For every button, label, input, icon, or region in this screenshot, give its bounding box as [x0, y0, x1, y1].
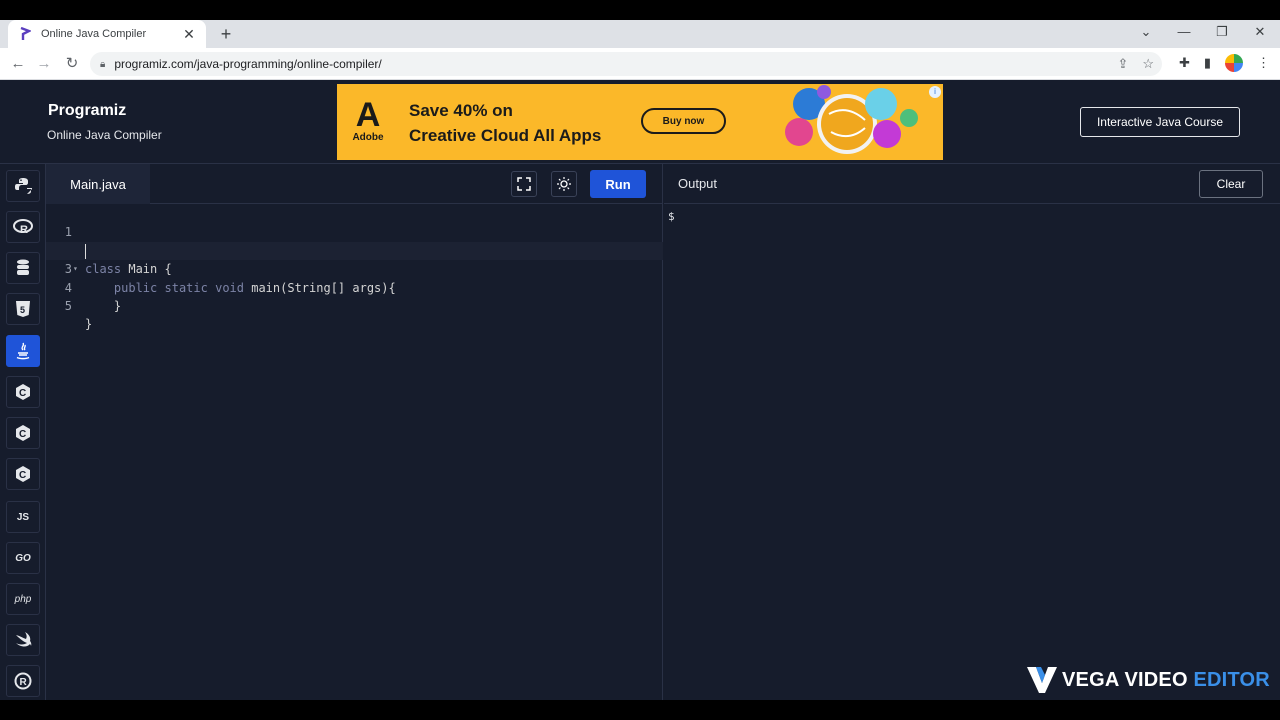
profile-avatar[interactable]	[1225, 54, 1243, 72]
java-icon	[16, 342, 30, 360]
js-icon: JS	[16, 511, 30, 523]
sidebar-item-rust[interactable]: R	[6, 665, 40, 697]
clear-button[interactable]: Clear	[1199, 170, 1263, 198]
sidebar-item-php[interactable]: php	[6, 583, 40, 615]
watermark-text-blue: EDITOR	[1193, 668, 1270, 691]
browser-toolbar: ← → ↻ 🔒︎ programiz.com/java-programming/…	[0, 48, 1280, 80]
sidebar-item-java[interactable]	[6, 335, 40, 367]
share-icon[interactable]: ⇪	[1117, 56, 1128, 72]
code-line[interactable]: 5 }	[46, 279, 663, 331]
svg-text:C: C	[19, 470, 26, 481]
text-cursor	[85, 243, 86, 259]
editor-toolbar: Main.java Run	[46, 164, 663, 204]
site-header: Programiz Online Java Compiler A Adobe S…	[0, 80, 1280, 164]
code-line[interactable]: 2 ▾ public static void main(String[] arg…	[46, 223, 663, 295]
sidebar-item-cpp[interactable]: C	[6, 417, 40, 449]
window-close-icon[interactable]: ✕	[1250, 24, 1270, 40]
php-icon: php	[14, 593, 32, 605]
sidebar-item-c[interactable]: C	[6, 376, 40, 408]
tab-close-icon[interactable]: ✕	[182, 26, 196, 43]
browser-tab[interactable]: Online Java Compiler ✕	[8, 20, 206, 48]
back-icon[interactable]: ←	[8, 54, 28, 74]
output-panel: Output Clear $	[664, 164, 1280, 700]
sidebar-item-r[interactable]: R	[6, 211, 40, 243]
adobe-logo-text: Adobe	[352, 132, 384, 143]
sidebar-item-sql[interactable]	[6, 252, 40, 284]
sidebar-item-go[interactable]: GO	[6, 542, 40, 574]
svg-text:C: C	[19, 388, 26, 399]
c-icon: C	[16, 384, 30, 400]
r-icon: R	[13, 219, 33, 235]
page-subtitle: Online Java Compiler	[47, 128, 162, 142]
fullscreen-icon[interactable]	[511, 171, 537, 197]
ad-decorative-artwork	[785, 85, 918, 154]
vega-logo-icon	[1027, 667, 1057, 693]
code-text: }	[85, 317, 93, 332]
address-url: programiz.com/java-programming/online-co…	[114, 57, 382, 71]
svg-text:R: R	[20, 224, 28, 235]
restore-icon[interactable]: ❐	[1212, 24, 1232, 40]
new-tab-icon[interactable]: +	[216, 24, 236, 44]
compiler-app: Programiz Online Java Compiler A Adobe S…	[0, 80, 1280, 700]
bookmark-star-icon[interactable]: ☆	[1142, 56, 1154, 72]
svg-text:C: C	[19, 429, 26, 440]
advertisement-banner[interactable]: A Adobe Save 40% on Creative Cloud All A…	[337, 84, 943, 160]
svg-text:R: R	[20, 677, 28, 688]
sidebar-item-swift[interactable]	[6, 624, 40, 656]
rust-icon: R	[14, 672, 32, 690]
forward-icon[interactable]: →	[34, 54, 54, 74]
browser-menu-icon[interactable]: ⋮	[1257, 55, 1270, 71]
side-panel-icon[interactable]: ▮	[1204, 55, 1211, 71]
go-icon: GO	[15, 552, 31, 564]
sidebar-item-csharp[interactable]: C	[6, 458, 40, 490]
interactive-course-button[interactable]: Interactive Java Course	[1080, 107, 1240, 137]
output-toolbar: Output Clear	[664, 164, 1280, 204]
code-line-current[interactable]: 3	[46, 241, 663, 276]
ad-headline: Save 40% on Creative Cloud All Apps	[409, 98, 601, 148]
adobe-a-icon: A	[355, 96, 381, 134]
address-bar[interactable]: 🔒︎ programiz.com/java-programming/online…	[90, 52, 1162, 76]
terminal-prompt[interactable]: $	[668, 210, 675, 223]
ad-headline-line1: Save 40% on	[409, 101, 513, 120]
cpp-icon: C	[16, 425, 30, 441]
file-tab-main-java[interactable]: Main.java	[46, 164, 150, 204]
language-sidebar: R 5 C C C JS GO php R	[0, 164, 46, 700]
programiz-favicon-icon	[18, 27, 32, 41]
theme-toggle-icon[interactable]	[551, 171, 577, 197]
code-line[interactable]: 4 }	[46, 260, 663, 313]
html5-icon: 5	[16, 301, 30, 317]
line-number: 5	[64, 298, 72, 313]
svg-text:5: 5	[20, 305, 25, 315]
minimize-icon[interactable]: —	[1174, 24, 1194, 39]
adobe-logo: A Adobe	[351, 98, 385, 146]
browser-tab-title: Online Java Compiler	[41, 28, 147, 40]
sidebar-item-python[interactable]	[6, 170, 40, 202]
tab-search-icon[interactable]: ⌄	[1136, 24, 1156, 40]
ad-headline-line2: Creative Cloud All Apps	[409, 126, 602, 145]
browser-tab-strip: Online Java Compiler ✕ + ⌄ — ❐ ✕	[0, 20, 1280, 48]
watermark-text-white: VEGA VIDEO	[1062, 668, 1194, 691]
database-icon	[17, 259, 29, 275]
output-title: Output	[678, 176, 718, 191]
ad-choices-icon[interactable]: i	[929, 86, 941, 98]
sidebar-item-html[interactable]: 5	[6, 293, 40, 325]
extensions-icon[interactable]: ✚	[1179, 55, 1190, 71]
ad-buy-now-button[interactable]: Buy now	[641, 108, 726, 134]
run-button[interactable]: Run	[590, 170, 646, 198]
python-icon	[15, 178, 32, 194]
code-line[interactable]: 1 ▾ class Main {	[46, 205, 663, 276]
code-editor-panel: Main.java Run 1 ▾ class Main { 2 ▾ publi…	[46, 164, 663, 700]
screen-top-border	[0, 0, 1280, 20]
screen-bottom-border	[0, 700, 1280, 720]
lock-icon[interactable]: 🔒︎	[100, 59, 105, 70]
video-editor-watermark: VEGA VIDEO EDITOR	[1026, 665, 1270, 695]
csharp-icon: C	[16, 466, 30, 482]
sidebar-item-js[interactable]: JS	[6, 501, 40, 533]
watermark-text: VEGA VIDEO EDITOR	[1062, 669, 1270, 692]
code-area[interactable]: 1 ▾ class Main { 2 ▾ public static void …	[46, 204, 663, 331]
reload-icon[interactable]: ↻	[62, 54, 82, 74]
swift-icon	[16, 632, 32, 647]
programiz-logo[interactable]: Programiz	[48, 102, 126, 120]
